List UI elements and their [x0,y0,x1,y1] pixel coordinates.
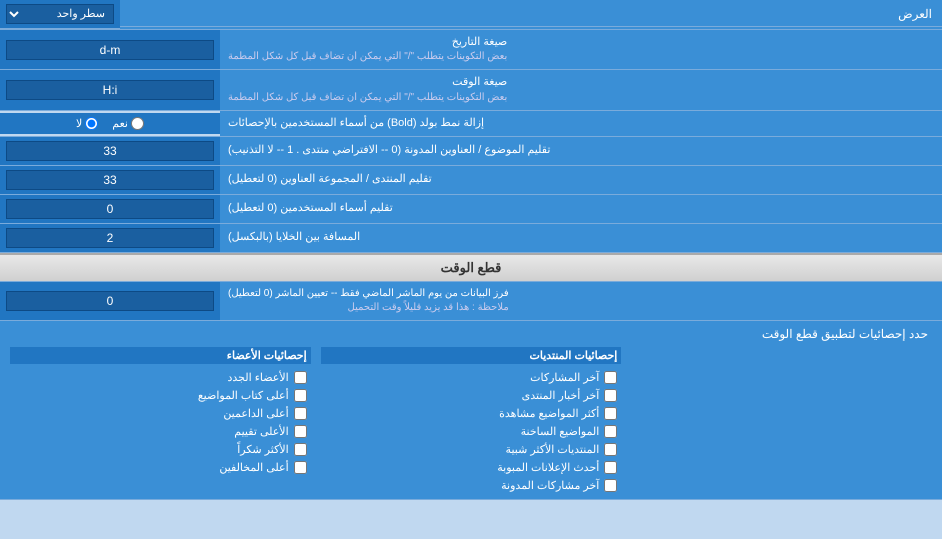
checkbox-forum-label-7: آخر مشاركات المدونة [501,479,599,492]
bold-label: إزالة نمط بولد (Bold) من أسماء المستخدمي… [220,111,942,136]
time-format-input-cell [0,70,220,109]
checkbox-item: الأعضاء الجدد [10,370,311,385]
forum-group-input[interactable] [6,170,214,190]
header-label: العرض [120,2,942,27]
checkbox-item: الأكثر شكراً [10,442,311,457]
checkbox-member-2[interactable] [294,389,307,402]
checkbox-forum-label-1: آخر المشاركات [530,371,599,384]
member-stats-header: إحصائيات الأعضاء [10,347,311,364]
bold-radio-cell: نعم لا [0,113,220,134]
forum-titles-input[interactable] [6,141,214,161]
checkbox-col-forums: إحصائيات المنتديات آخر المشاركات آخر أخب… [321,347,622,493]
stats-label: حدد إحصائيات لتطبيق قطع الوقت [10,327,932,341]
checkbox-member-label-4: الأعلى تقييم [234,425,288,438]
checkbox-item: المنتديات الأكثر شبية [321,442,622,457]
checkbox-forum-1[interactable] [604,371,617,384]
bold-no-radio[interactable] [85,117,98,130]
checkbox-item: آخر أخبار المنتدى [321,388,622,403]
filter-row: فرز البيانات من يوم الماشر الماضي فقط --… [0,282,942,321]
bold-yes-radio[interactable] [131,117,144,130]
filter-input-cell [0,282,220,320]
forum-titles-label: تقليم الموضوع / العناوين المدونة (0 -- ا… [220,137,942,165]
checkbox-item: أعلى الداعمين [10,406,311,421]
cell-spacing-row: المسافة بين الخلايا (بالبكسل) [0,224,942,253]
filter-label: فرز البيانات من يوم الماشر الماضي فقط --… [220,282,942,320]
usernames-row: تقليم أسماء المستخدمين (0 لتعطيل) [0,195,942,224]
forum-titles-row: تقليم الموضوع / العناوين المدونة (0 -- ا… [0,137,942,166]
forum-titles-input-cell [0,137,220,165]
checkbox-col-members: إحصائيات الأعضاء الأعضاء الجدد أعلى كتاب… [10,347,311,493]
checkbox-member-4[interactable] [294,425,307,438]
forum-group-input-cell [0,166,220,194]
bold-row: إزالة نمط بولد (Bold) من أسماء المستخدمي… [0,111,942,137]
cell-spacing-label: المسافة بين الخلايا (بالبكسل) [220,224,942,252]
checkbox-forum-2[interactable] [604,389,617,402]
checkbox-col-empty [631,347,932,493]
forum-stats-header: إحصائيات المنتديات [321,347,622,364]
checkbox-forum-label-5: المنتديات الأكثر شبية [506,443,600,456]
date-format-label: صيغة التاريخ بعض التكوينات يتطلب "/" الت… [220,30,942,69]
checkbox-forum-label-4: المواضيع الساخنة [521,425,600,438]
display-select[interactable]: سطر واحدسطرينثلاثة أسطر [6,4,114,24]
checkbox-forum-label-3: أكثر المواضيع مشاهدة [499,407,599,420]
display-select-cell: سطر واحدسطرينثلاثة أسطر [0,0,120,29]
checkbox-item: أعلى كتاب المواضيع [10,388,311,403]
usernames-input-cell [0,195,220,223]
checkboxes-section: حدد إحصائيات لتطبيق قطع الوقت إحصائيات ا… [0,321,942,500]
forum-group-label: تقليم المنتدى / المجموعة العناوين (0 لتع… [220,166,942,194]
checkbox-member-label-2: أعلى كتاب المواضيع [198,389,289,402]
date-format-input-cell [0,30,220,69]
checkbox-forum-label-6: أحدث الإعلانات المبوبة [497,461,599,474]
checkbox-columns: إحصائيات المنتديات آخر المشاركات آخر أخب… [10,347,932,493]
checkbox-forum-3[interactable] [604,407,617,420]
checkbox-item: أكثر المواضيع مشاهدة [321,406,622,421]
checkbox-item: آخر المشاركات [321,370,622,385]
checkbox-item: آخر مشاركات المدونة [321,478,622,493]
time-section-header: قطع الوقت [0,253,942,282]
checkbox-item: أعلى المخالفين [10,460,311,475]
checkbox-item: الأعلى تقييم [10,424,311,439]
checkbox-member-label-6: أعلى المخالفين [219,461,288,474]
usernames-label: تقليم أسماء المستخدمين (0 لتعطيل) [220,195,942,223]
cell-spacing-input[interactable] [6,228,214,248]
checkbox-member-1[interactable] [294,371,307,384]
time-format-row: صيغة الوقت بعض التكوينات يتطلب "/" التي … [0,70,942,110]
usernames-input[interactable] [6,199,214,219]
forum-group-row: تقليم المنتدى / المجموعة العناوين (0 لتع… [0,166,942,195]
time-format-input[interactable] [6,80,214,100]
date-format-input[interactable] [6,40,214,60]
checkbox-member-label-1: الأعضاء الجدد [227,371,288,384]
checkbox-member-3[interactable] [294,407,307,420]
checkbox-member-5[interactable] [294,443,307,456]
date-format-row: صيغة التاريخ بعض التكوينات يتطلب "/" الت… [0,30,942,70]
checkbox-item: أحدث الإعلانات المبوبة [321,460,622,475]
checkbox-forum-4[interactable] [604,425,617,438]
bold-no-label[interactable]: لا [76,117,98,130]
checkbox-forum-5[interactable] [604,443,617,456]
checkbox-forum-6[interactable] [604,461,617,474]
time-format-label: صيغة الوقت بعض التكوينات يتطلب "/" التي … [220,70,942,109]
filter-input[interactable] [6,291,214,311]
checkbox-member-label-3: أعلى الداعمين [223,407,288,420]
checkbox-member-6[interactable] [294,461,307,474]
checkbox-member-label-5: الأكثر شكراً [237,443,288,456]
header-row: العرض سطر واحدسطرينثلاثة أسطر [0,0,942,30]
checkbox-item: المواضيع الساخنة [321,424,622,439]
cell-spacing-input-cell [0,224,220,252]
bold-yes-label[interactable]: نعم [112,117,144,130]
checkbox-forum-label-2: آخر أخبار المنتدى [522,389,600,402]
checkbox-forum-7[interactable] [604,479,617,492]
